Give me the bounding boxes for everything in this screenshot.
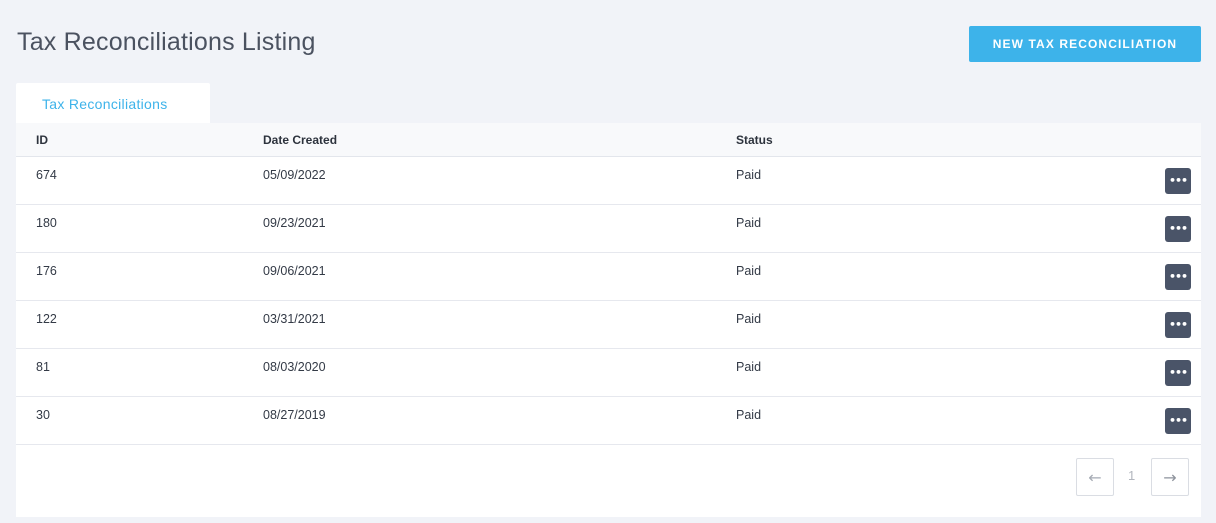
arrow-left-icon: ← <box>1088 467 1102 487</box>
page-title: Tax Reconciliations Listing <box>17 28 316 56</box>
row-date-created: 09/06/2021 <box>263 264 326 278</box>
arrow-right-icon: → <box>1163 467 1177 487</box>
table-row: 122 03/31/2021 Paid ••• <box>16 301 1201 349</box>
table-row: 30 08/27/2019 Paid ••• <box>16 397 1201 445</box>
row-actions-button[interactable]: ••• <box>1165 312 1191 338</box>
row-id: 674 <box>36 168 57 182</box>
row-status: Paid <box>736 312 762 326</box>
table-row: 674 05/09/2022 Paid ••• <box>16 157 1201 205</box>
pagination-current-page[interactable]: 1 <box>1128 468 1135 483</box>
table-row: 176 09/06/2021 Paid ••• <box>16 253 1201 301</box>
row-id: 176 <box>36 264 57 278</box>
row-status: Paid <box>736 360 762 374</box>
pagination-prev-button[interactable]: ← <box>1076 458 1114 496</box>
row-actions-button[interactable]: ••• <box>1165 168 1191 194</box>
row-date-created: 09/23/2021 <box>263 216 326 230</box>
row-date-created: 03/31/2021 <box>263 312 326 326</box>
row-date-created: 08/27/2019 <box>263 408 326 422</box>
row-date-created: 08/03/2020 <box>263 360 326 374</box>
row-id: 30 <box>36 408 50 422</box>
table-row: 180 09/23/2021 Paid ••• <box>16 205 1201 253</box>
row-actions-button[interactable]: ••• <box>1165 360 1191 386</box>
row-id: 180 <box>36 216 57 230</box>
row-status: Paid <box>736 408 762 422</box>
row-actions-button[interactable]: ••• <box>1165 264 1191 290</box>
row-date-created: 05/09/2022 <box>263 168 326 182</box>
table-header: ID Date Created Status <box>16 123 1201 157</box>
row-status: Paid <box>736 264 762 278</box>
row-id: 81 <box>36 360 50 374</box>
column-header-date-created: Date Created <box>263 133 338 147</box>
row-status: Paid <box>736 216 762 230</box>
column-header-status: Status <box>736 133 773 147</box>
row-id: 122 <box>36 312 57 326</box>
row-actions-button[interactable]: ••• <box>1165 408 1191 434</box>
column-header-id: ID <box>36 133 48 147</box>
table-panel: ID Date Created Status 674 05/09/2022 Pa… <box>16 123 1201 517</box>
pagination-next-button[interactable]: → <box>1151 458 1189 496</box>
row-status: Paid <box>736 168 762 182</box>
table-row: 81 08/03/2020 Paid ••• <box>16 349 1201 397</box>
tab-tax-reconciliations[interactable]: Tax Reconciliations <box>16 83 210 123</box>
new-tax-reconciliation-button[interactable]: New Tax Reconciliation <box>969 26 1201 62</box>
row-actions-button[interactable]: ••• <box>1165 216 1191 242</box>
